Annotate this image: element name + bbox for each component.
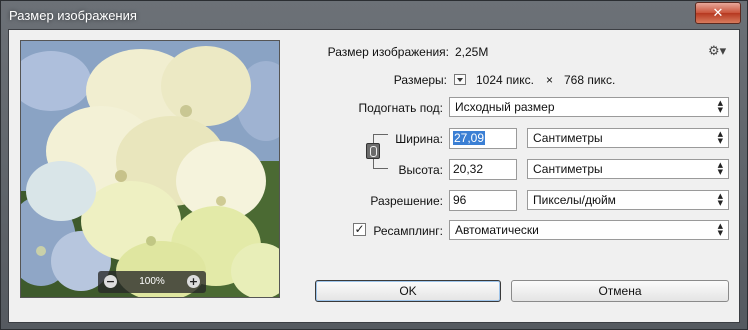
height-label: Высота:: [398, 163, 443, 177]
dimensions-dropdown-icon[interactable]: [454, 74, 466, 85]
dimensions-width: 1024 пикс.: [476, 73, 534, 87]
resample-select[interactable]: Автоматически ▲ ▼: [449, 220, 729, 240]
zoom-in-button[interactable]: +: [187, 275, 200, 288]
preview-zoom-bar: − 100% +: [98, 271, 206, 293]
resample-value: Автоматически: [455, 223, 539, 237]
dimensions-height: 768 пикс.: [564, 73, 616, 87]
select-arrows-icon: ▲ ▼: [717, 222, 723, 237]
cancel-button[interactable]: Отмена: [511, 280, 729, 302]
resolution-input[interactable]: 96: [449, 190, 517, 211]
select-arrows-icon: ▲ ▼: [717, 192, 723, 207]
flower-image: [21, 41, 279, 297]
zoom-in-icon: +: [188, 275, 199, 288]
resolution-unit-value: Пикселы/дюйм: [533, 193, 616, 207]
ok-button[interactable]: OK: [315, 280, 501, 302]
title-bar[interactable]: Размер изображения ✕: [1, 1, 747, 29]
select-arrows-icon: ▲ ▼: [717, 99, 723, 114]
zoom-level: 100%: [139, 276, 165, 287]
resample-checkbox[interactable]: ✓: [353, 223, 366, 236]
fit-to-label: Подогнать под:: [358, 101, 443, 115]
image-preview[interactable]: − 100% +: [20, 40, 280, 298]
select-arrows-icon: ▲ ▼: [717, 161, 723, 176]
dimensions-label: Размеры:: [393, 73, 447, 87]
fit-to-value: Исходный размер: [455, 100, 555, 114]
select-arrows-icon: ▲ ▼: [717, 130, 723, 145]
resample-label: Ресамплинг:: [373, 224, 443, 238]
ok-button-label: OK: [399, 284, 417, 298]
close-icon: ✕: [712, 5, 724, 21]
fit-to-select[interactable]: Исходный размер ▲ ▼: [449, 97, 729, 117]
width-value: 27,09: [453, 131, 486, 145]
checkmark-icon: ✓: [354, 222, 365, 236]
width-unit-value: Сантиметры: [533, 131, 603, 145]
image-size-value: 2,25M: [455, 45, 489, 59]
height-value: 20,32: [453, 162, 484, 176]
resolution-label: Разрешение:: [370, 194, 443, 208]
gear-icon[interactable]: ⚙▾: [708, 44, 726, 59]
zoom-out-icon: −: [105, 275, 116, 288]
height-input[interactable]: 20,32: [449, 159, 517, 180]
width-label: Ширина:: [395, 132, 443, 146]
dialog-body: − 100% + Размер изображения: 2,25M ⚙▾ Ра…: [8, 29, 740, 323]
dimensions-times: ×: [546, 73, 554, 87]
width-input[interactable]: 27,09: [449, 128, 517, 149]
height-unit-select[interactable]: Сантиметры ▲ ▼: [527, 159, 729, 179]
width-unit-select[interactable]: Сантиметры ▲ ▼: [527, 128, 729, 148]
dialog-window: Размер изображения ✕ − 100% + Размер изо…: [0, 0, 748, 330]
window-title: Размер изображения: [9, 8, 137, 23]
cancel-button-label: Отмена: [598, 284, 642, 298]
height-unit-value: Сантиметры: [533, 162, 603, 176]
resolution-value: 96: [453, 193, 467, 207]
zoom-out-button[interactable]: −: [104, 275, 117, 288]
resolution-unit-select[interactable]: Пикселы/дюйм ▲ ▼: [527, 190, 729, 210]
image-size-label: Размер изображения:: [327, 45, 449, 59]
close-button[interactable]: ✕: [695, 2, 741, 24]
